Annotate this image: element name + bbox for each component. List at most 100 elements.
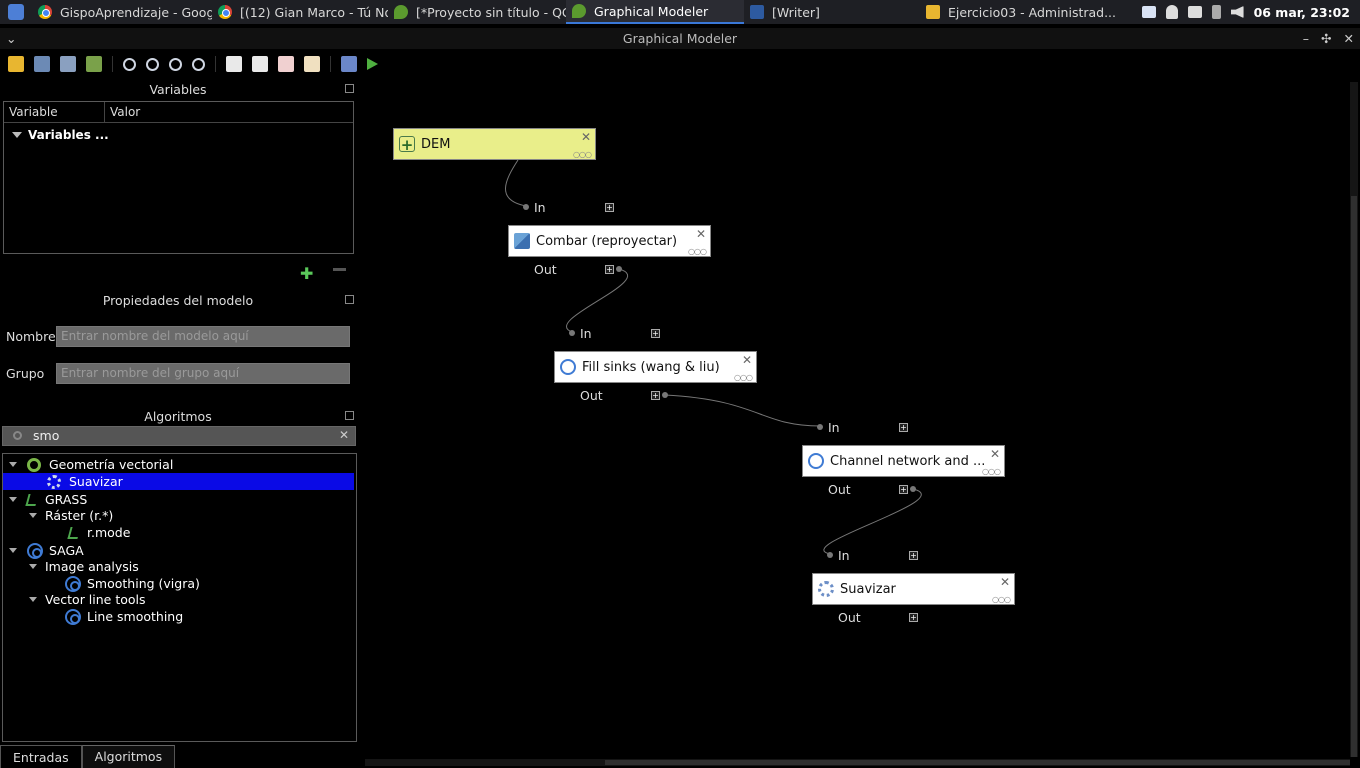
node-menu-icon[interactable]: ○○○ xyxy=(734,373,753,382)
zoom-actual-icon[interactable] xyxy=(169,57,182,71)
undock-icon[interactable] xyxy=(345,411,354,420)
task-chrome-gian[interactable]: [(12) Gian Marco - Tú No ... xyxy=(212,0,388,24)
tree-node-saga[interactable]: SAGA xyxy=(9,542,84,559)
close-icon[interactable]: ✕ xyxy=(1344,28,1354,49)
expand-arrow-icon[interactable] xyxy=(9,462,17,467)
delete-node-icon[interactable]: ✕ xyxy=(696,227,706,241)
tab-algoritmos[interactable]: Algoritmos xyxy=(81,745,176,768)
expand-outputs-icon[interactable]: + xyxy=(605,265,614,274)
delete-node-icon[interactable]: ✕ xyxy=(1000,575,1010,589)
export-svg-icon[interactable] xyxy=(252,56,268,72)
tree-node-smoothing-vigra[interactable]: Smoothing (vigra) xyxy=(65,575,200,592)
model-group-field[interactable]: Entrar nombre del grupo aquí xyxy=(56,363,350,384)
col-variable[interactable]: Variable xyxy=(4,102,105,122)
clipboard-icon[interactable] xyxy=(1211,5,1221,19)
algorithm-tree[interactable]: Geometría vectorial Suavizar GRASS Ráste… xyxy=(2,453,357,742)
node-suavizar[interactable]: Suavizar ✕ ○○○ xyxy=(812,573,1015,605)
volume-icon[interactable] xyxy=(1230,6,1244,18)
model-canvas[interactable] xyxy=(365,82,1350,755)
maximize-icon[interactable]: ✣ xyxy=(1321,28,1331,49)
expand-arrow-icon[interactable] xyxy=(29,564,37,569)
edit-help-icon[interactable] xyxy=(341,56,357,72)
task-qgis-project[interactable]: [*Proyecto sin título - QG... xyxy=(388,0,566,24)
expand-outputs-icon[interactable]: + xyxy=(899,485,908,494)
window-menu-chevron-icon[interactable]: ⌄ xyxy=(6,28,16,49)
zoom-in-icon[interactable] xyxy=(123,57,136,71)
task-graphical-modeler[interactable]: Graphical Modeler xyxy=(566,0,744,24)
add-variable-button[interactable]: ✚ xyxy=(300,264,313,283)
tree-node-vector-geometry[interactable]: Geometría vectorial xyxy=(9,456,173,473)
node-menu-icon[interactable]: ○○○ xyxy=(992,595,1011,604)
zoom-full-icon[interactable] xyxy=(192,57,205,71)
minimize-icon[interactable]: – xyxy=(1303,28,1309,49)
zoom-out-icon[interactable] xyxy=(146,57,159,71)
input-port[interactable] xyxy=(523,204,529,210)
model-name-field[interactable]: Entrar nombre del modelo aquí xyxy=(56,326,350,347)
input-port[interactable] xyxy=(817,424,823,430)
node-menu-icon[interactable]: ○○○ xyxy=(688,247,707,256)
variables-table[interactable]: Variable Valor Variables ... xyxy=(3,101,354,254)
delete-node-icon[interactable]: ✕ xyxy=(990,447,1000,461)
scrollbar-thumb[interactable] xyxy=(605,760,1350,765)
export-python-icon[interactable] xyxy=(304,56,320,72)
vertical-scrollbar[interactable] xyxy=(1350,82,1358,757)
horizontal-scrollbar[interactable] xyxy=(365,759,1350,766)
task-writer[interactable]: [Writer] xyxy=(744,0,920,24)
mail-icon[interactable] xyxy=(1187,6,1202,18)
delete-node-icon[interactable]: ✕ xyxy=(581,130,591,144)
scrollbar-thumb[interactable] xyxy=(1351,196,1357,757)
node-fill-sinks[interactable]: Fill sinks (wang & liu) ✕ ○○○ xyxy=(554,351,757,383)
node-menu-icon[interactable]: ○○○ xyxy=(573,150,592,159)
output-port[interactable] xyxy=(616,266,622,272)
open-model-icon[interactable] xyxy=(8,56,24,72)
export-pdf-icon[interactable] xyxy=(278,56,294,72)
expand-inputs-icon[interactable]: + xyxy=(909,551,918,560)
tree-node-vector-line-tools[interactable]: Vector line tools xyxy=(29,591,146,608)
expand-inputs-icon[interactable]: + xyxy=(651,329,660,338)
node-channel-network[interactable]: Channel network and ... ✕ ○○○ xyxy=(802,445,1005,477)
files-icon[interactable] xyxy=(1141,6,1156,18)
clock[interactable]: 06 mar, 23:02 xyxy=(1254,5,1350,20)
node-menu-icon[interactable]: ○○○ xyxy=(982,467,1001,476)
expand-arrow-icon[interactable] xyxy=(29,597,37,602)
output-port[interactable] xyxy=(662,392,668,398)
notification-bell-icon[interactable] xyxy=(1165,5,1178,19)
expand-arrow-icon[interactable] xyxy=(29,513,37,518)
run-model-icon[interactable] xyxy=(367,58,378,70)
col-valor[interactable]: Valor xyxy=(105,102,145,122)
delete-node-icon[interactable]: ✕ xyxy=(742,353,752,367)
expand-arrow-icon[interactable] xyxy=(9,548,17,553)
tree-node-grass[interactable]: GRASS xyxy=(9,491,87,508)
expand-outputs-icon[interactable]: + xyxy=(651,391,660,400)
save-as-icon[interactable] xyxy=(60,56,76,72)
undock-icon[interactable] xyxy=(345,84,354,93)
expand-caret-icon[interactable] xyxy=(12,132,22,138)
task-chrome-gispo[interactable]: GispoAprendizaje - Goog... xyxy=(32,0,212,24)
app-menu-icon[interactable] xyxy=(8,4,24,20)
task-file-manager[interactable]: Ejercicio03 - Administrad... xyxy=(920,0,1120,24)
output-port[interactable] xyxy=(910,486,916,492)
clear-search-icon[interactable]: ✕ xyxy=(339,428,349,442)
expand-inputs-icon[interactable]: + xyxy=(605,203,614,212)
input-plus-icon: + xyxy=(399,136,415,154)
tree-node-raster[interactable]: Ráster (r.*) xyxy=(29,507,113,524)
tab-entradas[interactable]: Entradas xyxy=(0,745,82,768)
input-port[interactable] xyxy=(827,552,833,558)
algorithm-search-input[interactable]: smo ✕ xyxy=(2,426,356,446)
input-port[interactable] xyxy=(569,330,575,336)
node-combar[interactable]: Combar (reproyectar) ✕ ○○○ xyxy=(508,225,711,257)
variables-root-row[interactable]: Variables ... xyxy=(4,123,353,147)
expand-inputs-icon[interactable]: + xyxy=(899,423,908,432)
undock-icon[interactable] xyxy=(345,295,354,304)
save-to-project-icon[interactable] xyxy=(86,56,102,72)
tree-node-suavizar[interactable]: Suavizar xyxy=(3,473,354,490)
expand-arrow-icon[interactable] xyxy=(9,497,17,502)
tree-node-rmode[interactable]: r.mode xyxy=(67,524,130,541)
node-dem-input[interactable]: + DEM ✕ ○○○ xyxy=(393,128,596,160)
expand-outputs-icon[interactable]: + xyxy=(909,613,918,622)
tree-node-line-smoothing[interactable]: Line smoothing xyxy=(65,608,183,625)
save-model-icon[interactable] xyxy=(34,56,50,72)
export-image-icon[interactable] xyxy=(226,56,242,72)
remove-variable-button[interactable] xyxy=(333,268,346,271)
tree-node-image-analysis[interactable]: Image analysis xyxy=(29,558,139,575)
